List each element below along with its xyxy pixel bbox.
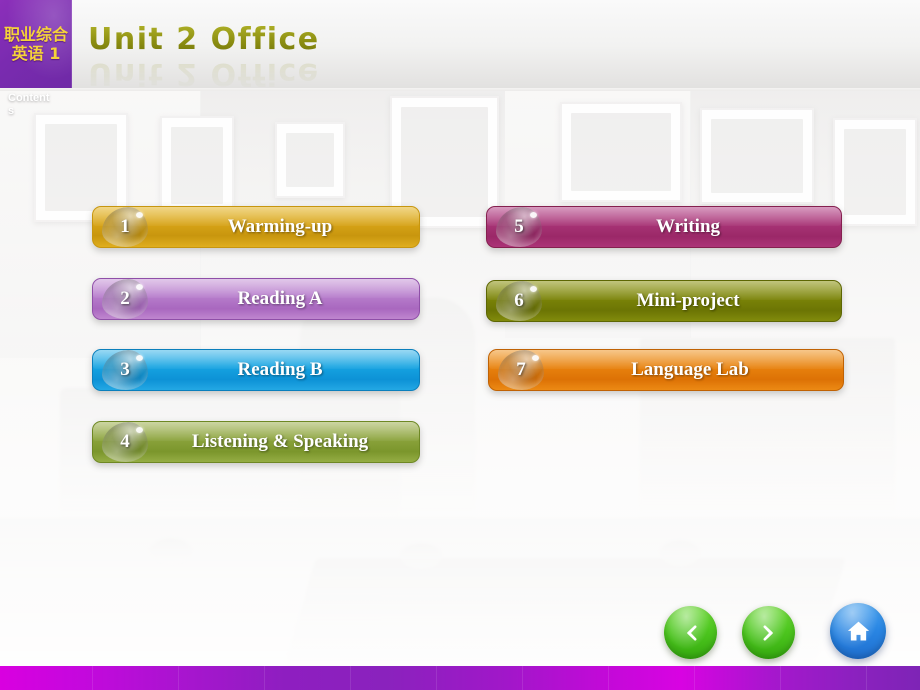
slide-canvas: 职业综合 英语 1 Unit 2 Office Unit 2 Office Co… <box>0 0 920 690</box>
next-slide-button[interactable] <box>742 606 795 659</box>
menu-item-mini-project[interactable]: 6 Mini-project <box>486 280 842 322</box>
chevron-right-icon <box>763 624 773 641</box>
chair-wheel-shape <box>150 538 192 564</box>
menu-item-number: 6 <box>514 290 524 311</box>
menu-item-number: 5 <box>514 216 524 237</box>
menu-item-listening-speaking[interactable]: 4 Listening & Speaking <box>92 421 420 463</box>
home-icon <box>847 621 869 640</box>
wall-picture-frame <box>833 118 917 226</box>
course-logo-line-2: 英语 1 <box>11 44 61 63</box>
menu-item-number: 7 <box>516 359 526 380</box>
menu-item-number: 2 <box>120 288 130 309</box>
course-logo: 职业综合 英语 1 <box>0 0 72 88</box>
wall-picture-frame <box>275 122 345 198</box>
menu-item-label: Reading B <box>237 359 323 380</box>
menu-item-label: Listening & Speaking <box>191 431 369 452</box>
menu-item-label: Writing <box>655 216 721 237</box>
menu-item-number: 3 <box>120 359 130 380</box>
menu-item-label: Language Lab <box>631 359 749 380</box>
chevron-left-icon <box>686 624 696 641</box>
menu-item-writing[interactable]: 5 Writing <box>486 206 842 248</box>
slide-header: 职业综合 英语 1 Unit 2 Office Unit 2 Office <box>0 0 920 91</box>
page-title: Unit 2 Office <box>88 22 320 57</box>
menu-item-label: Mini-project <box>636 290 740 311</box>
wall-picture-frame <box>700 108 814 204</box>
wall-picture-frame <box>560 102 682 202</box>
menu-item-number: 4 <box>120 431 130 452</box>
home-button[interactable] <box>830 603 886 659</box>
bottom-decorative-bar <box>0 666 920 690</box>
course-logo-line-1: 职业综合 <box>3 25 68 44</box>
wall-picture-frame <box>160 116 234 215</box>
menu-item-warming-up[interactable]: 1 Warming-up <box>92 206 420 248</box>
menu-item-label: Warming-up <box>227 216 333 237</box>
menu-item-label: Reading A <box>237 288 323 309</box>
previous-slide-button[interactable] <box>664 606 717 659</box>
contents-label: Contents <box>8 92 50 117</box>
menu-item-language-lab[interactable]: 7 Language Lab <box>488 349 844 391</box>
page-title-reflection: Unit 2 Office <box>88 56 320 91</box>
menu-item-number: 1 <box>120 216 130 237</box>
chair-wheel-shape <box>660 540 700 566</box>
menu-item-reading-a[interactable]: 2 Reading A <box>92 278 420 320</box>
chair-wheel-shape <box>400 543 442 569</box>
menu-item-reading-b[interactable]: 3 Reading B <box>92 349 420 391</box>
